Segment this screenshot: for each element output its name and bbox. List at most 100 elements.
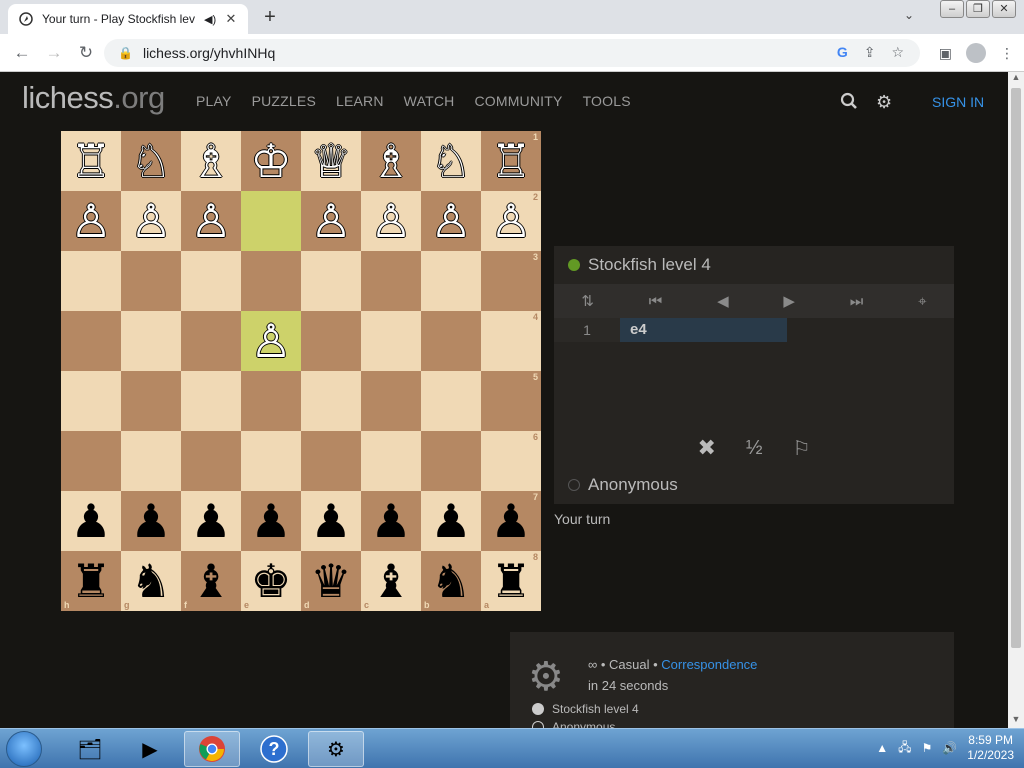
white-piece[interactable]: ♖ bbox=[70, 138, 111, 184]
sign-in-link[interactable]: SIGN IN bbox=[932, 94, 984, 110]
white-piece[interactable]: ♙ bbox=[310, 198, 351, 244]
board-square[interactable] bbox=[121, 431, 181, 491]
start-button[interactable] bbox=[6, 731, 42, 767]
new-tab-button[interactable]: + bbox=[258, 6, 282, 28]
opponent-name[interactable]: Stockfish level 4 bbox=[588, 255, 711, 275]
white-piece[interactable]: ♙ bbox=[370, 198, 411, 244]
board-square[interactable]: ♙ bbox=[121, 191, 181, 251]
board-square[interactable]: 5 bbox=[481, 371, 541, 431]
board-square[interactable]: ♘ bbox=[421, 131, 481, 191]
white-piece[interactable]: ♕ bbox=[310, 138, 351, 184]
black-piece[interactable]: ♟ bbox=[130, 498, 171, 544]
black-piece[interactable]: ♜ bbox=[490, 558, 531, 604]
search-icon[interactable] bbox=[840, 92, 858, 115]
tray-expand-icon[interactable]: ▲ bbox=[876, 741, 888, 755]
board-square[interactable]: ♙ 2 bbox=[481, 191, 541, 251]
board-square[interactable] bbox=[301, 371, 361, 431]
white-piece[interactable]: ♖ bbox=[490, 138, 531, 184]
black-piece[interactable]: ♞ bbox=[430, 558, 471, 604]
board-square[interactable]: ♙ bbox=[241, 311, 301, 371]
page-scrollbar[interactable]: ▲ ▼ bbox=[1008, 72, 1024, 728]
close-window-button[interactable]: ✕ bbox=[992, 0, 1016, 18]
black-piece[interactable]: ♟ bbox=[430, 498, 471, 544]
side-panel-icon[interactable]: ▣ bbox=[939, 45, 952, 62]
engine-app-icon[interactable]: ⚙ bbox=[308, 731, 364, 767]
board-square[interactable] bbox=[421, 431, 481, 491]
board-square[interactable] bbox=[121, 311, 181, 371]
board-square[interactable]: ♟ bbox=[361, 491, 421, 551]
correspondence-link[interactable]: Correspondence bbox=[661, 657, 757, 672]
board-square[interactable] bbox=[121, 371, 181, 431]
board-square[interactable] bbox=[301, 251, 361, 311]
black-piece[interactable]: ♟ bbox=[370, 498, 411, 544]
nav-learn[interactable]: LEARN bbox=[336, 93, 384, 109]
minimize-button[interactable]: – bbox=[940, 0, 964, 18]
board-square[interactable]: ♙ bbox=[301, 191, 361, 251]
browser-menu-icon[interactable]: ⋮ bbox=[1000, 45, 1014, 62]
board-square[interactable]: ♟ 7 bbox=[481, 491, 541, 551]
move-ply[interactable]: e4 bbox=[620, 318, 787, 342]
scroll-down-icon[interactable]: ▼ bbox=[1008, 714, 1024, 728]
tab-close-icon[interactable]: ✕ bbox=[224, 11, 238, 27]
address-bar[interactable]: 🔒 lichess.org/yhvhINHq bbox=[104, 39, 920, 67]
board-square[interactable]: ♗ bbox=[181, 131, 241, 191]
board-square[interactable]: ♖ bbox=[61, 131, 121, 191]
restore-button[interactable]: ❐ bbox=[966, 0, 990, 18]
nav-tools[interactable]: TOOLS bbox=[583, 93, 631, 109]
browser-tab[interactable]: Your turn - Play Stockfish lev ◀) ✕ bbox=[8, 4, 248, 34]
black-piece[interactable]: ♟ bbox=[490, 498, 531, 544]
flip-board-icon[interactable]: ⇅ bbox=[581, 292, 594, 310]
white-piece[interactable]: ♗ bbox=[370, 138, 411, 184]
lock-icon[interactable]: 🔒 bbox=[118, 46, 133, 60]
white-piece[interactable]: ♗ bbox=[190, 138, 231, 184]
board-square[interactable] bbox=[61, 251, 121, 311]
board-square[interactable]: ♟ bbox=[421, 491, 481, 551]
tab-search-chevron-icon[interactable]: ⌄ bbox=[904, 8, 914, 22]
bookmark-star-icon[interactable]: ☆ bbox=[891, 44, 904, 61]
board-square[interactable] bbox=[301, 431, 361, 491]
white-piece[interactable]: ♔ bbox=[250, 138, 291, 184]
board-square[interactable]: ♞ b bbox=[421, 551, 481, 611]
black-piece[interactable]: ♞ bbox=[130, 558, 171, 604]
nav-watch[interactable]: WATCH bbox=[404, 93, 455, 109]
white-piece[interactable]: ♙ bbox=[490, 198, 531, 244]
analysis-icon[interactable]: ⌖ bbox=[918, 293, 926, 310]
board-square[interactable] bbox=[301, 311, 361, 371]
board-square[interactable]: ♜ 8 a bbox=[481, 551, 541, 611]
back-arrow-icon[interactable]: ← bbox=[10, 41, 34, 65]
board-square[interactable]: 4 bbox=[481, 311, 541, 371]
board-square[interactable]: ♘ bbox=[121, 131, 181, 191]
gear-icon[interactable]: ⚙ bbox=[876, 92, 892, 115]
board-square[interactable]: 3 bbox=[481, 251, 541, 311]
white-piece[interactable]: ♙ bbox=[70, 198, 111, 244]
nav-play[interactable]: PLAY bbox=[196, 93, 232, 109]
board-square[interactable] bbox=[61, 431, 121, 491]
nav-puzzles[interactable]: PUZZLES bbox=[252, 93, 316, 109]
board-square[interactable] bbox=[181, 251, 241, 311]
media-player-icon[interactable]: ▶ bbox=[122, 731, 178, 767]
last-move-icon[interactable]: ⏭ bbox=[850, 293, 864, 310]
board-square[interactable] bbox=[361, 251, 421, 311]
board-square[interactable]: ♚ e bbox=[241, 551, 301, 611]
file-explorer-icon[interactable]: 🗂 bbox=[62, 731, 118, 767]
black-piece[interactable]: ♟ bbox=[310, 498, 351, 544]
board-square[interactable] bbox=[421, 371, 481, 431]
profile-avatar[interactable] bbox=[966, 43, 986, 63]
flag-icon[interactable]: ⚑ bbox=[922, 741, 933, 755]
board-square[interactable]: ♞ g bbox=[121, 551, 181, 611]
board-square[interactable]: ♟ bbox=[61, 491, 121, 551]
audio-playing-icon[interactable]: ◀) bbox=[204, 13, 218, 26]
black-piece[interactable]: ♟ bbox=[250, 498, 291, 544]
board-square[interactable]: ♕ bbox=[301, 131, 361, 191]
prev-move-icon[interactable]: ◀ bbox=[717, 292, 729, 310]
reload-icon[interactable]: ↻ bbox=[74, 41, 98, 65]
white-piece[interactable]: ♙ bbox=[430, 198, 471, 244]
board-square[interactable]: ♟ bbox=[181, 491, 241, 551]
nav-community[interactable]: COMMUNITY bbox=[474, 93, 562, 109]
chessboard[interactable]: ♖ ♘ ♗ ♔ ♕ ♗ ♘ ♖ 1 ♙ ♙ ♙ ♙ ♙ ♙ ♙ 2 3 ♙ 4 5 6 ♟ ♟ ♟ ♟ ♟ ♟ ♟ ♟ 7 ♜ h ♞ g ♝ f ♚ e ♛… bbox=[61, 131, 541, 611]
board-square[interactable]: ♟ bbox=[241, 491, 301, 551]
scroll-up-icon[interactable]: ▲ bbox=[1008, 72, 1024, 86]
google-icon[interactable]: G bbox=[837, 44, 848, 61]
black-piece[interactable]: ♟ bbox=[190, 498, 231, 544]
board-square[interactable] bbox=[421, 251, 481, 311]
